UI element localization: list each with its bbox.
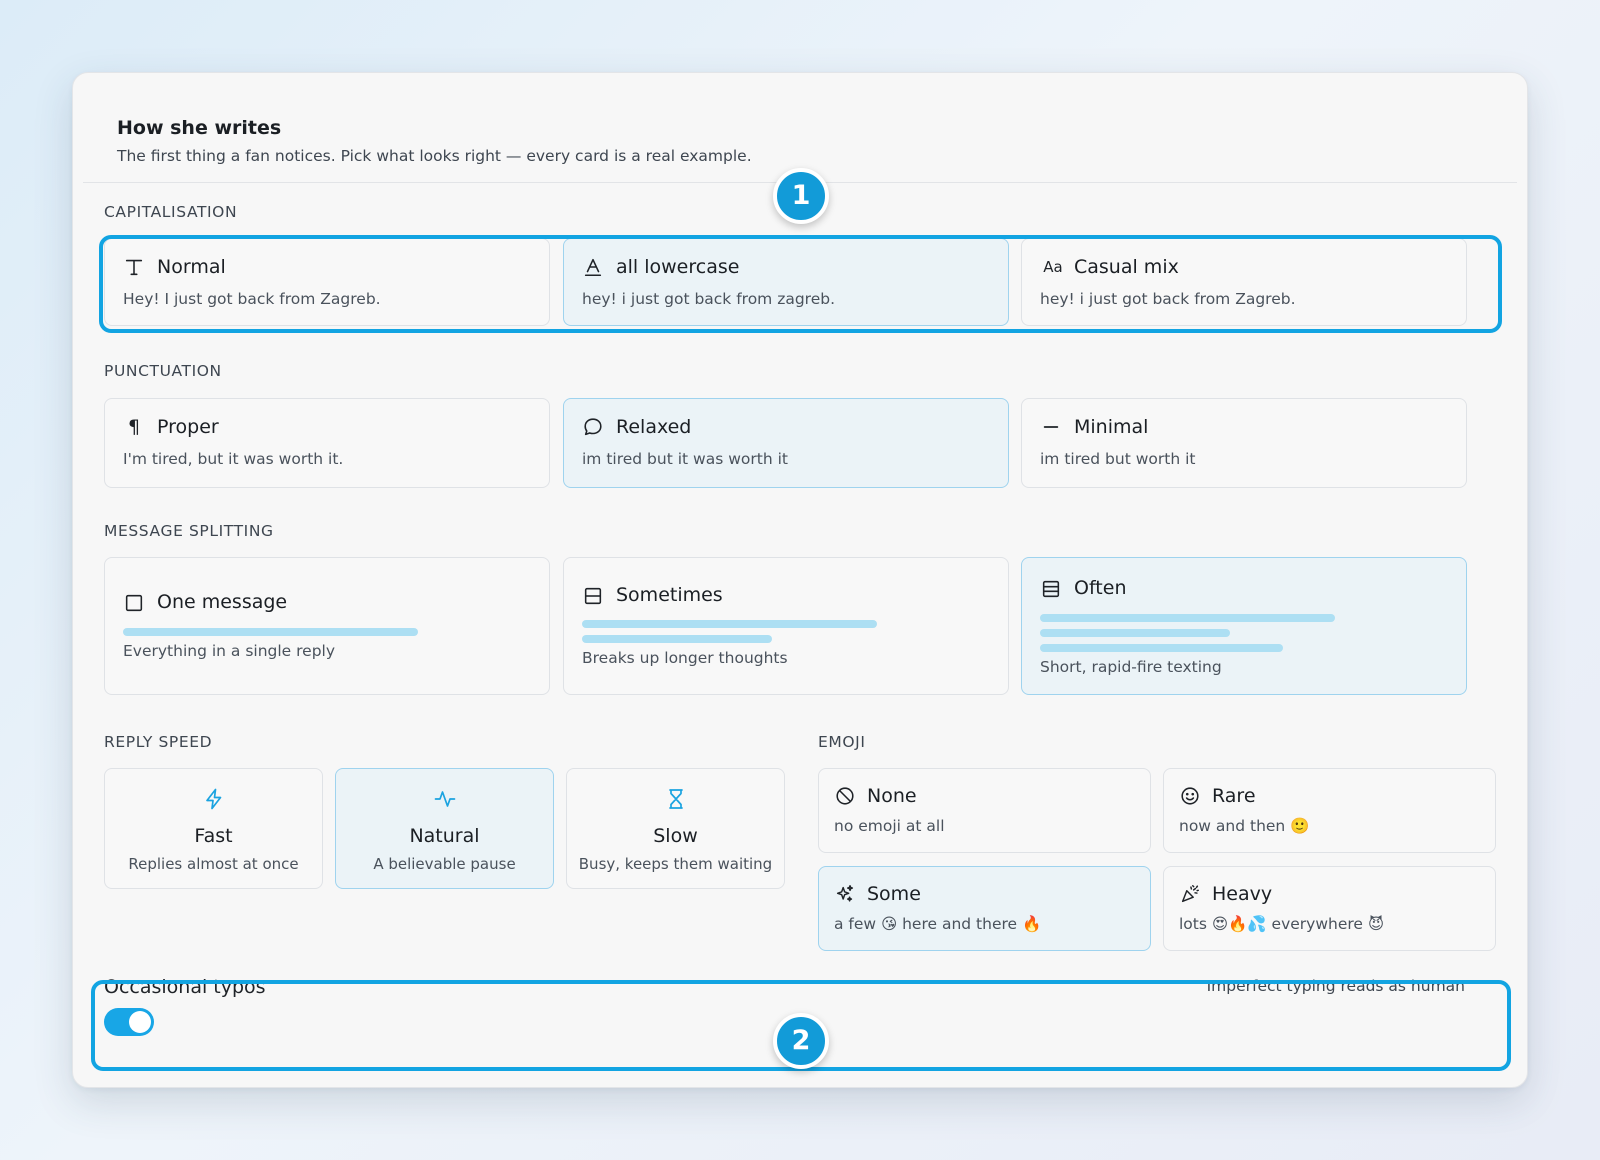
sparkles-icon: [834, 883, 856, 905]
option-title: Sometimes: [616, 584, 723, 606]
option-title: Fast: [194, 825, 233, 847]
section-label-reply-speed: REPLY SPEED: [104, 733, 213, 751]
section-label-capitalisation: CAPITALISATION: [104, 203, 238, 221]
option-example: a few 😘 here and there 🔥: [834, 915, 1042, 933]
option-emoji-rare[interactable]: Rare now and then 🙂: [1163, 768, 1496, 853]
option-punct-minimal[interactable]: Minimal im tired but worth it: [1021, 398, 1467, 488]
option-title: Casual mix: [1074, 256, 1179, 278]
section-label-emoji: EMOJI: [818, 733, 866, 751]
option-split-sometimes[interactable]: Sometimes Breaks up longer thoughts: [563, 557, 1009, 695]
option-cap-lowercase[interactable]: all lowercase hey! i just got back from …: [563, 238, 1009, 326]
option-example: now and then 🙂: [1179, 817, 1310, 835]
option-example: A believable pause: [373, 855, 516, 873]
message-bar: [1040, 614, 1335, 622]
message-bar: [123, 628, 418, 636]
option-punct-proper[interactable]: ¶ Proper I'm tired, but it was worth it.: [104, 398, 550, 488]
section-label-splitting: MESSAGE SPLITTING: [104, 522, 274, 540]
option-title: Some: [867, 883, 921, 905]
party-popper-icon: [1179, 883, 1201, 905]
message-bar: [1040, 644, 1283, 652]
split-three-icon: [1040, 578, 1062, 600]
option-title: Proper: [157, 416, 219, 438]
option-title: all lowercase: [616, 256, 740, 278]
option-example: Busy, keeps them waiting: [578, 855, 773, 873]
panel-title: How she writes: [117, 117, 282, 139]
option-speed-natural[interactable]: Natural A believable pause: [335, 768, 554, 889]
step-badge-2: 2: [773, 1013, 829, 1069]
step-badge-1: 1: [773, 168, 829, 224]
text-a-icon: [582, 256, 604, 278]
option-title: Often: [1074, 577, 1127, 599]
lightning-icon: [202, 787, 226, 811]
option-emoji-none[interactable]: None no emoji at all: [818, 768, 1151, 853]
option-speed-slow[interactable]: Slow Busy, keeps them waiting: [566, 768, 785, 889]
typos-label: Occasional typos: [104, 976, 266, 998]
option-example: Hey! I just got back from Zagreb.: [123, 290, 381, 308]
text-t-icon: [123, 256, 145, 278]
dash-icon: [1040, 416, 1062, 438]
smiley-icon: [1179, 785, 1201, 807]
speech-bubble-icon: [582, 416, 604, 438]
option-title: Relaxed: [616, 416, 692, 438]
option-title: Normal: [157, 256, 226, 278]
option-example: im tired but it was worth it: [582, 450, 788, 468]
option-title: One message: [157, 591, 288, 613]
option-punct-relaxed[interactable]: Relaxed im tired but it was worth it: [563, 398, 1009, 488]
option-cap-normal[interactable]: Normal Hey! I just got back from Zagreb.: [104, 238, 550, 326]
option-example: hey! i just got back from Zagreb.: [1040, 290, 1296, 308]
option-speed-fast[interactable]: Fast Replies almost at once: [104, 768, 323, 889]
option-example: Everything in a single reply: [123, 642, 336, 660]
message-bar: [582, 635, 772, 643]
option-split-one[interactable]: One message Everything in a single reply: [104, 557, 550, 695]
option-example: I'm tired, but it was worth it.: [123, 450, 344, 468]
hourglass-icon: [664, 787, 688, 811]
option-title: Natural: [409, 825, 480, 847]
option-example: hey! i just got back from zagreb.: [582, 290, 836, 308]
option-title: Heavy: [1212, 883, 1273, 905]
option-example: lots 😍🔥💦 everywhere 😈: [1179, 915, 1385, 933]
option-example: im tired but worth it: [1040, 450, 1196, 468]
message-bar: [1040, 629, 1230, 637]
option-example: Replies almost at once: [128, 855, 299, 873]
option-title: Minimal: [1074, 416, 1149, 438]
option-title: Rare: [1212, 785, 1256, 807]
typos-toggle[interactable]: [104, 1008, 154, 1036]
option-cap-casual[interactable]: Aa Casual mix hey! i just got back from …: [1021, 238, 1467, 326]
option-split-often[interactable]: Often Short, rapid-fire texting: [1021, 557, 1467, 695]
option-example: no emoji at all: [834, 817, 945, 835]
toggle-knob: [129, 1011, 151, 1033]
message-bar: [582, 620, 877, 628]
option-title: None: [867, 785, 917, 807]
section-label-punctuation: PUNCTUATION: [104, 362, 222, 380]
option-example: Breaks up longer thoughts: [582, 649, 788, 667]
option-emoji-some[interactable]: Some a few 😘 here and there 🔥: [818, 866, 1151, 951]
square-icon: [123, 592, 145, 614]
no-symbol-icon: [834, 785, 856, 807]
typos-hint: Imperfect typing reads as human: [1206, 977, 1465, 995]
case-aa-icon: Aa: [1043, 258, 1063, 276]
option-example: Short, rapid-fire texting: [1040, 658, 1222, 676]
option-emoji-heavy[interactable]: Heavy lots 😍🔥💦 everywhere 😈: [1163, 866, 1496, 951]
pulse-icon: [433, 787, 457, 811]
panel-subtitle: The first thing a fan notices. Pick what…: [117, 147, 752, 165]
pilcrow-icon: ¶: [127, 416, 141, 438]
split-two-icon: [582, 585, 604, 607]
option-title: Slow: [653, 825, 698, 847]
